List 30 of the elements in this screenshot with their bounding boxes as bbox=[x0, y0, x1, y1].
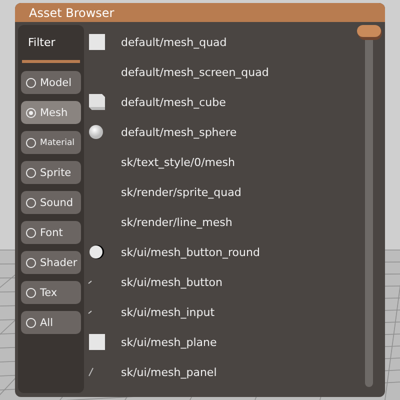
asset-name[interactable]: default/mesh_cube bbox=[121, 96, 226, 108]
filter-radio-button[interactable]: Material bbox=[21, 131, 81, 154]
filter-radio-button[interactable]: Tex bbox=[21, 281, 81, 304]
line-preview-icon bbox=[88, 367, 94, 377]
asset-name[interactable]: sk/ui/mesh_button bbox=[121, 276, 223, 288]
filter-radio-button[interactable]: Font bbox=[21, 221, 81, 244]
speck-preview-icon bbox=[88, 280, 92, 284]
asset-name[interactable]: sk/ui/mesh_button_round bbox=[121, 246, 260, 258]
filter-radio-button[interactable]: Shader bbox=[21, 251, 81, 274]
quad-preview-icon bbox=[88, 33, 106, 51]
asset-name[interactable]: sk/ui/mesh_plane bbox=[121, 336, 217, 348]
asset-name[interactable]: sk/render/sprite_quad bbox=[121, 186, 242, 198]
quad-preview-icon bbox=[88, 333, 106, 351]
filter-radio-button[interactable]: Sprite bbox=[21, 161, 81, 184]
asset-name[interactable]: sk/ui/mesh_panel bbox=[121, 366, 217, 378]
round-button-preview-icon bbox=[88, 244, 105, 260]
sphere-preview-icon bbox=[88, 124, 104, 140]
asset-name[interactable]: default/mesh_screen_quad bbox=[121, 66, 269, 78]
filter-radio-button[interactable]: All bbox=[21, 311, 81, 334]
cube-preview-icon bbox=[88, 93, 106, 111]
asset-name[interactable]: sk/text_style/0/mesh bbox=[121, 156, 235, 168]
speck-preview-icon bbox=[88, 310, 92, 314]
asset-name[interactable]: sk/render/line_mesh bbox=[121, 216, 232, 228]
filter-radio-button[interactable]: Sound bbox=[21, 191, 81, 214]
window-title: Asset Browser bbox=[29, 6, 114, 20]
asset-name[interactable]: default/mesh_quad bbox=[121, 36, 227, 48]
filter-title: Filter bbox=[28, 36, 56, 49]
filter-radio-button[interactable]: Model bbox=[21, 71, 81, 94]
asset-name[interactable]: default/mesh_sphere bbox=[121, 126, 237, 138]
asset-name[interactable]: sk/ui/mesh_input bbox=[121, 306, 215, 318]
